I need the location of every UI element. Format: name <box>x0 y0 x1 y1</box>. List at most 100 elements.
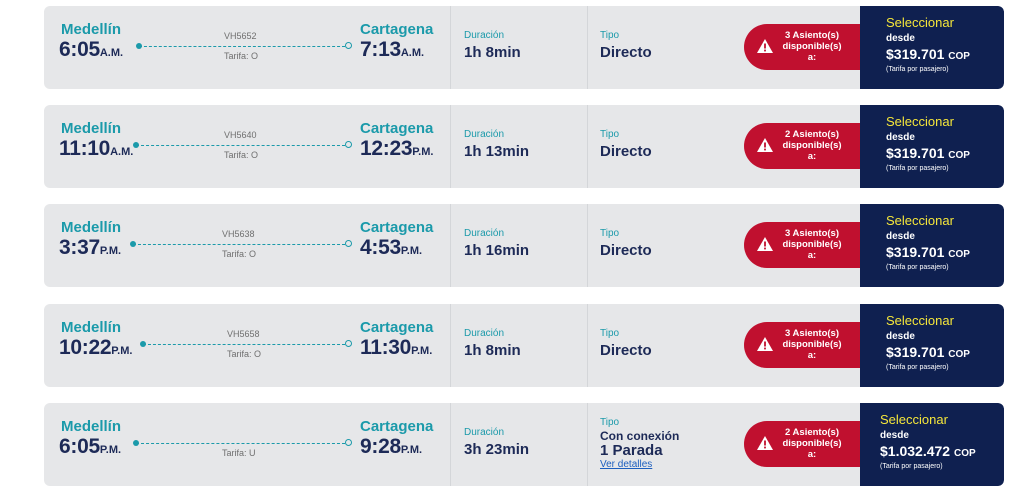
type-label: Tipo <box>600 417 620 428</box>
type-label: Tipo <box>600 328 620 339</box>
arrival-time: 11:30P.M. <box>360 336 433 359</box>
divider <box>587 304 588 387</box>
route-line <box>143 344 345 345</box>
departure-time: 3:37P.M. <box>59 236 122 259</box>
origin-city: Medellín <box>61 21 122 38</box>
route-segment: Medellín 3:37P.M. VH5638 Tarifa: O Carta… <box>44 204 450 287</box>
seats-available-badge: 2 Asiento(s) disponible(s) a: <box>744 123 864 169</box>
destination-city: Cartagena <box>360 120 434 137</box>
route-line <box>136 145 345 146</box>
select-flight-button[interactable]: Seleccionar desde $319.701 COP (Tarifa p… <box>860 204 1004 287</box>
duration-value: 3h 23min <box>464 441 530 458</box>
divider <box>587 204 588 287</box>
flight-card: Medellín 6:05A.M. VH5652 Tarifa: O Carta… <box>44 6 1004 89</box>
duration-label: Duración <box>464 30 505 41</box>
flight-number: VH5638 <box>222 229 255 239</box>
route-line <box>133 244 345 245</box>
duration-value: 1h 13min <box>464 143 530 160</box>
route-segment: Medellín 10:22P.M. VH5658 Tarifa: O Cart… <box>44 304 450 387</box>
flight-number: VH5640 <box>224 130 257 140</box>
select-label: Seleccionar <box>880 412 948 427</box>
select-flight-button[interactable]: Seleccionar desde $1.032.472 COP (Tarifa… <box>860 403 1004 486</box>
select-label: Seleccionar <box>886 15 954 30</box>
divider <box>587 105 588 188</box>
departure-time: 6:05A.M. <box>59 38 124 61</box>
duration-label: Duración <box>464 228 505 239</box>
select-label: Seleccionar <box>886 313 954 328</box>
divider <box>450 6 451 89</box>
seats-available-text: 3 Asiento(s) disponible(s) a: <box>782 328 842 361</box>
fare-class: Tarifa: O <box>224 150 259 160</box>
divider <box>450 105 451 188</box>
origin-city: Medellín <box>61 219 122 236</box>
flight-card: Medellín 3:37P.M. VH5638 Tarifa: O Carta… <box>44 204 1004 287</box>
select-flight-button[interactable]: Seleccionar desde $319.701 COP (Tarifa p… <box>860 6 1004 89</box>
type-value: Directo <box>600 44 652 61</box>
duration-value: 1h 16min <box>464 242 530 259</box>
route-segment: Medellín 6:05P.M. Tarifa: U Cartagena 9:… <box>44 403 450 486</box>
route-line <box>139 46 345 47</box>
route-segment: Medellín 6:05A.M. VH5652 Tarifa: O Carta… <box>44 6 450 89</box>
per-passenger-note: (Tarifa por pasajero) <box>886 264 949 271</box>
route-segment: Medellín 11:10A.M. VH5640 Tarifa: O Cart… <box>44 105 450 188</box>
per-passenger-note: (Tarifa por pasajero) <box>886 66 949 73</box>
divider <box>450 304 451 387</box>
destination-city: Cartagena <box>360 21 434 38</box>
fare-class: Tarifa: O <box>224 51 259 61</box>
duration-value: 1h 8min <box>464 44 521 61</box>
type-label: Tipo <box>600 30 620 41</box>
origin-city: Medellín <box>61 418 122 435</box>
origin-city: Medellín <box>61 319 122 336</box>
arrival-dot <box>345 439 352 446</box>
arrival-dot <box>345 42 352 49</box>
price: $319.701 COP <box>886 344 970 360</box>
type-value: Directo <box>600 342 652 359</box>
destination-city: Cartagena <box>360 319 434 336</box>
arrival-time: 12:23P.M. <box>360 137 434 160</box>
divider <box>450 204 451 287</box>
arrival-time: 9:28P.M. <box>360 435 423 458</box>
destination-city: Cartagena <box>360 219 434 236</box>
price: $319.701 COP <box>886 244 970 260</box>
duration-label: Duración <box>464 328 505 339</box>
view-details-link[interactable]: Ver detalles <box>600 459 652 470</box>
price: $1.032.472 COP <box>880 443 976 459</box>
arrival-dot <box>345 141 352 148</box>
price-from-label: desde <box>880 430 909 441</box>
seats-available-text: 2 Asiento(s) disponible(s) a: <box>782 427 842 460</box>
fare-class: Tarifa: O <box>222 249 257 259</box>
type-label: Tipo <box>600 129 620 140</box>
route-line <box>136 443 345 444</box>
fare-class: Tarifa: O <box>227 349 262 359</box>
select-flight-button[interactable]: Seleccionar desde $319.701 COP (Tarifa p… <box>860 105 1004 188</box>
select-flight-button[interactable]: Seleccionar desde $319.701 COP (Tarifa p… <box>860 304 1004 387</box>
fare-class: Tarifa: U <box>222 448 256 458</box>
seats-available-text: 3 Asiento(s) disponible(s) a: <box>782 30 842 63</box>
seats-available-badge: 3 Asiento(s) disponible(s) a: <box>744 322 864 368</box>
type-value: Directo <box>600 143 652 160</box>
flight-card: Medellín 6:05P.M. Tarifa: U Cartagena 9:… <box>44 403 1004 486</box>
divider <box>450 403 451 486</box>
type-value: Con conexión <box>600 429 680 443</box>
duration-value: 1h 8min <box>464 342 521 359</box>
seats-available-badge: 3 Asiento(s) disponible(s) a: <box>744 222 864 268</box>
seats-available-text: 3 Asiento(s) disponible(s) a: <box>782 228 842 261</box>
arrival-dot <box>345 240 352 247</box>
select-label: Seleccionar <box>886 213 954 228</box>
arrival-dot <box>345 340 352 347</box>
price: $319.701 COP <box>886 46 970 62</box>
destination-city: Cartagena <box>360 418 434 435</box>
flight-number: VH5658 <box>227 329 260 339</box>
per-passenger-note: (Tarifa por pasajero) <box>886 165 949 172</box>
duration-label: Duración <box>464 129 505 140</box>
seats-available-badge: 2 Asiento(s) disponible(s) a: <box>744 421 864 467</box>
price-from-label: desde <box>886 331 915 342</box>
departure-time: 11:10A.M. <box>59 137 134 160</box>
departure-time: 6:05P.M. <box>59 435 122 458</box>
per-passenger-note: (Tarifa por pasajero) <box>880 463 943 470</box>
flight-card: Medellín 10:22P.M. VH5658 Tarifa: O Cart… <box>44 304 1004 387</box>
type-value: Directo <box>600 242 652 259</box>
type-label: Tipo <box>600 228 620 239</box>
price: $319.701 COP <box>886 145 970 161</box>
divider <box>587 403 588 486</box>
